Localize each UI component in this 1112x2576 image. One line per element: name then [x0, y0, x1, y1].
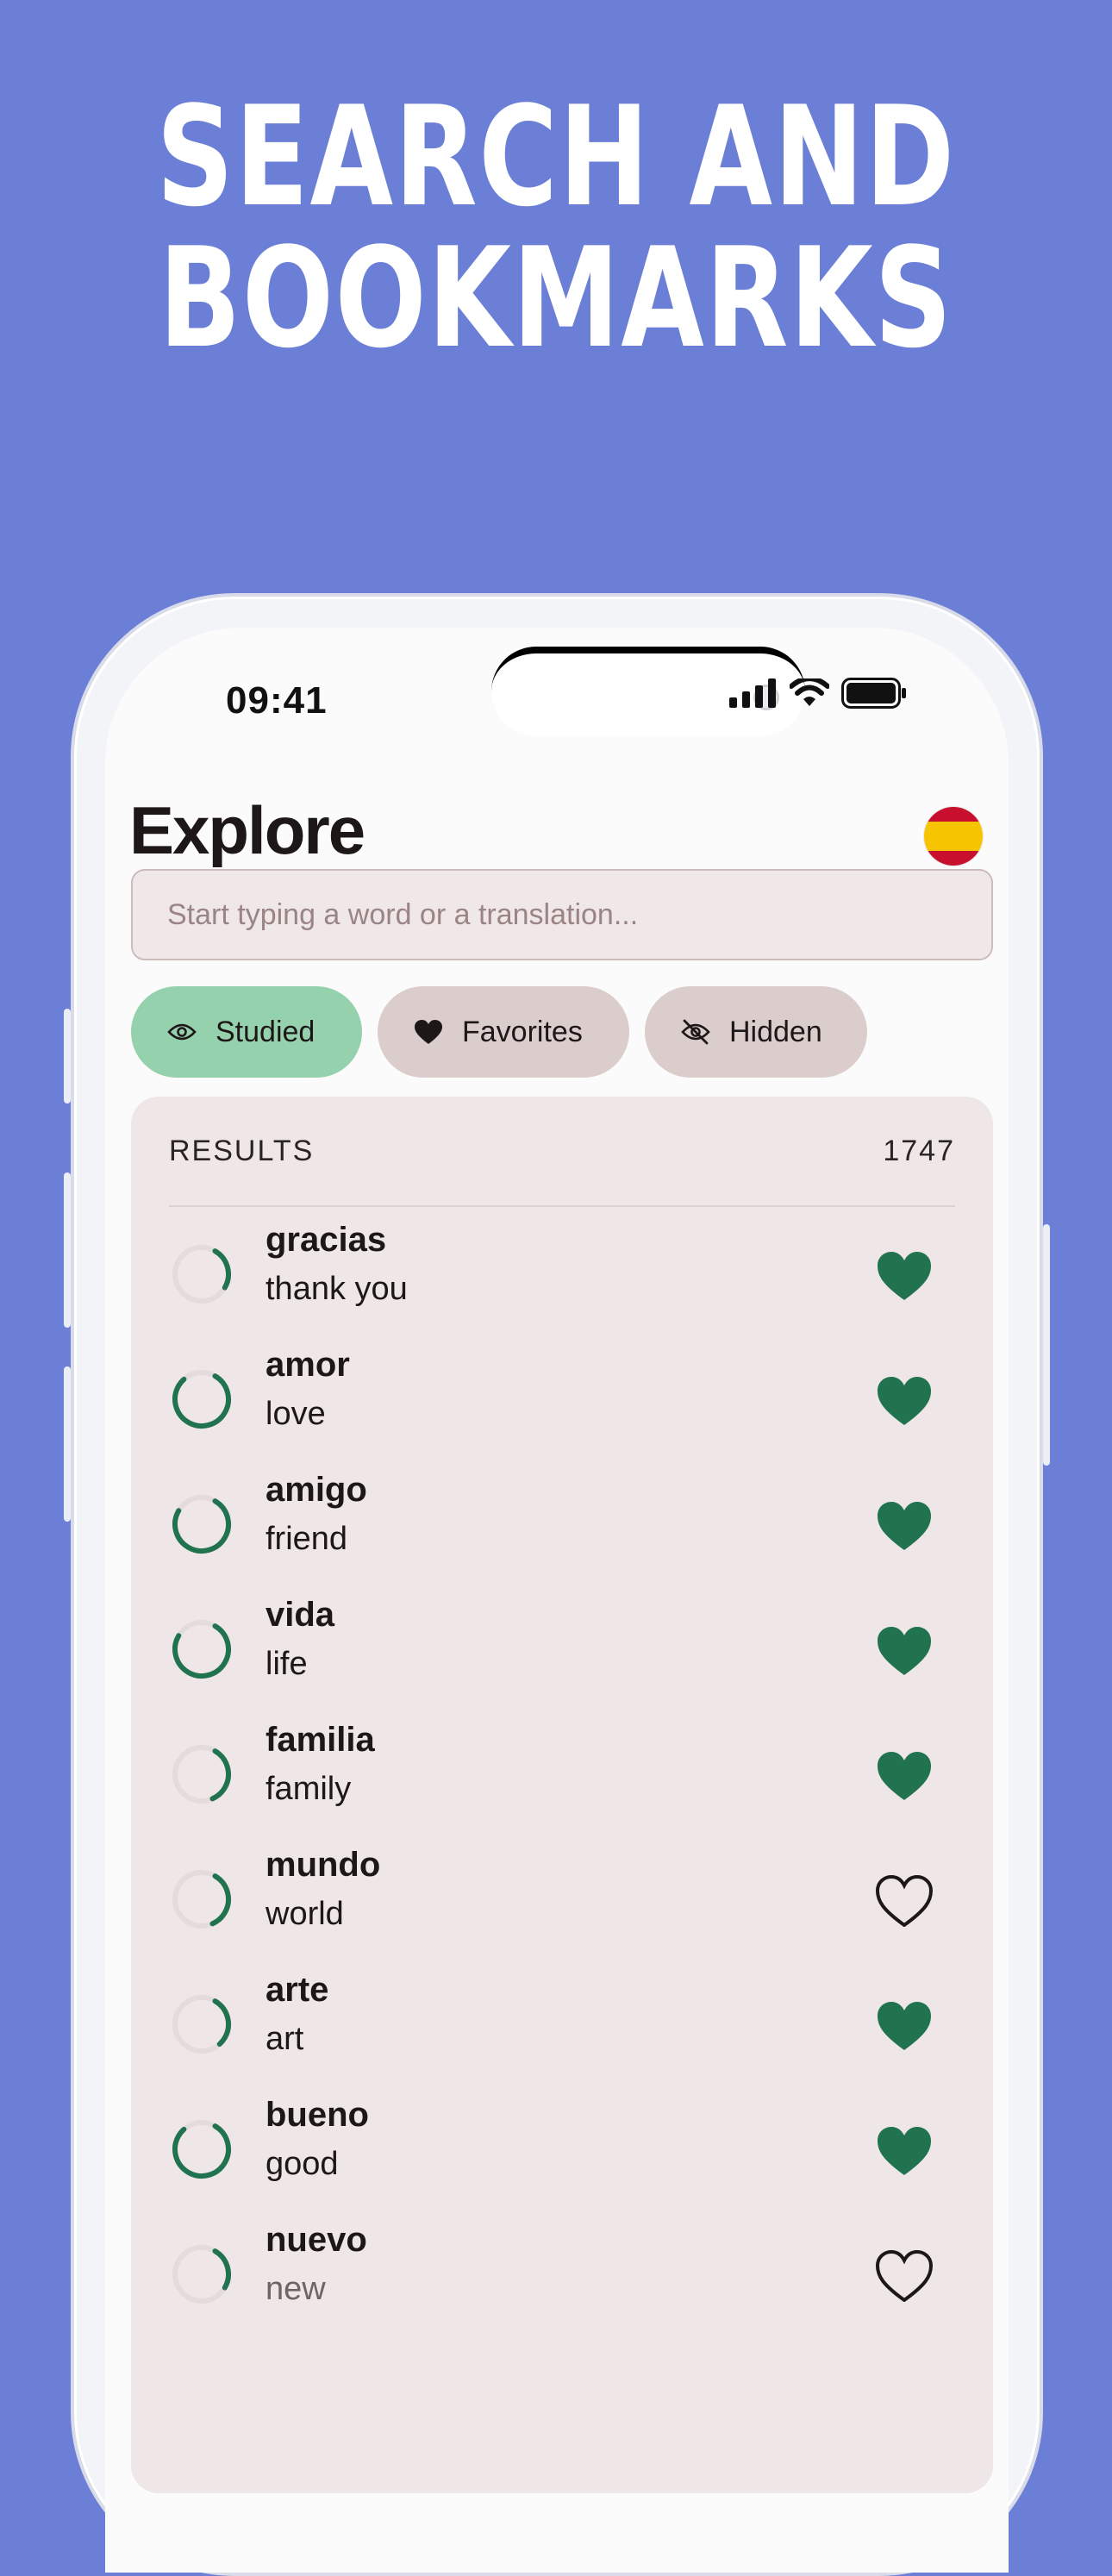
favorite-heart-icon[interactable] [876, 2000, 933, 2052]
list-item[interactable]: mundo world [169, 1832, 955, 1957]
translation-text: friend [266, 1521, 348, 1557]
progress-ring-icon [172, 1745, 231, 1804]
headline-line-1: SEARCH AND [156, 76, 956, 237]
status-icons [729, 678, 907, 709]
favorite-heart-icon[interactable] [876, 1750, 933, 1802]
cellular-signal-icon [729, 678, 776, 708]
progress-ring-icon [172, 1495, 231, 1554]
translation-text: art [266, 2021, 304, 2057]
progress-ring-icon [172, 2120, 231, 2179]
translation-text: world [266, 1896, 344, 1932]
filter-favorites-label: Favorites [462, 1015, 583, 1048]
favorite-heart-icon[interactable] [876, 1625, 933, 1677]
wifi-icon [790, 678, 829, 706]
word-text: bueno [266, 2096, 369, 2134]
phone-silent-switch [64, 1009, 71, 1104]
list-item[interactable]: arte art [169, 1957, 955, 2082]
word-text: vida [266, 1596, 335, 1634]
page-title: Explore [129, 792, 365, 868]
battery-icon [841, 678, 906, 709]
promo-headline: SEARCH AND BOOKMARKS [122, 86, 990, 369]
word-text: amor [266, 1346, 350, 1384]
word-text: nuevo [266, 2221, 367, 2259]
list-item[interactable]: amor love [169, 1332, 955, 1457]
filter-studied-label: Studied [216, 1015, 315, 1048]
filter-studied-chip[interactable]: Studied [131, 986, 362, 1078]
word-text: amigo [266, 1471, 367, 1509]
filter-favorites-chip[interactable]: Favorites [378, 986, 629, 1078]
headline-line-2: BOOKMARKS [159, 217, 953, 378]
progress-ring-icon [172, 1620, 231, 1679]
favorite-heart-icon[interactable] [876, 2125, 933, 2177]
word-text: arte [266, 1971, 329, 2009]
progress-ring-icon [172, 1370, 231, 1429]
word-text: familia [266, 1721, 375, 1759]
search-input[interactable] [131, 869, 993, 960]
results-count: 1747 [883, 1134, 955, 1167]
translation-text: new [266, 2271, 326, 2307]
progress-ring-icon [172, 2245, 231, 2304]
app-screen: 09:41 Explore Start typing a word or a t… [105, 628, 1009, 2573]
progress-ring-icon [172, 1245, 231, 1304]
phone-volume-up-button [64, 1172, 71, 1328]
favorite-heart-icon[interactable] [876, 1500, 933, 1552]
results-panel: RESULTS 1747 gracias thank you amor love ami… [131, 1097, 993, 2493]
phone-frame: 09:41 Explore Start typing a word or a t… [71, 593, 1043, 2576]
spain-flag-icon[interactable] [924, 807, 983, 866]
results-label: RESULTS [169, 1134, 315, 1167]
favorite-heart-icon[interactable] [876, 1375, 933, 1427]
favorite-heart-icon[interactable] [876, 1250, 933, 1302]
eye-icon [167, 1023, 197, 1041]
list-item[interactable]: gracias thank you [169, 1207, 955, 1332]
filter-chips: Studied Favorites Hidden [131, 986, 867, 1078]
list-item[interactable]: nuevo new [169, 2207, 955, 2332]
list-item[interactable]: familia family [169, 1707, 955, 1832]
phone-power-button [1043, 1224, 1050, 1466]
favorite-heart-outline-icon[interactable] [876, 2250, 933, 2302]
progress-ring-icon [172, 1995, 231, 2054]
translation-text: love [266, 1396, 326, 1432]
status-time: 09:41 [226, 679, 328, 722]
list-item[interactable]: bueno good [169, 2082, 955, 2207]
favorite-heart-outline-icon[interactable] [876, 1875, 933, 1927]
heart-icon [415, 1020, 442, 1044]
list-item[interactable]: vida life [169, 1582, 955, 1707]
eye-off-icon [681, 1019, 710, 1045]
results-list: gracias thank you amor love amigo friend vida l… [169, 1207, 955, 2332]
results-header: RESULTS 1747 [169, 1097, 955, 1207]
phone-volume-down-button [64, 1366, 71, 1522]
translation-text: thank you [266, 1271, 408, 1307]
translation-text: good [266, 2146, 339, 2182]
translation-text: life [266, 1646, 308, 1682]
word-text: gracias [266, 1221, 387, 1259]
progress-ring-icon [172, 1870, 231, 1929]
translation-text: family [266, 1771, 352, 1807]
filter-hidden-chip[interactable]: Hidden [645, 986, 867, 1078]
word-text: mundo [266, 1846, 381, 1884]
list-item[interactable]: amigo friend [169, 1457, 955, 1582]
filter-hidden-label: Hidden [729, 1015, 822, 1048]
